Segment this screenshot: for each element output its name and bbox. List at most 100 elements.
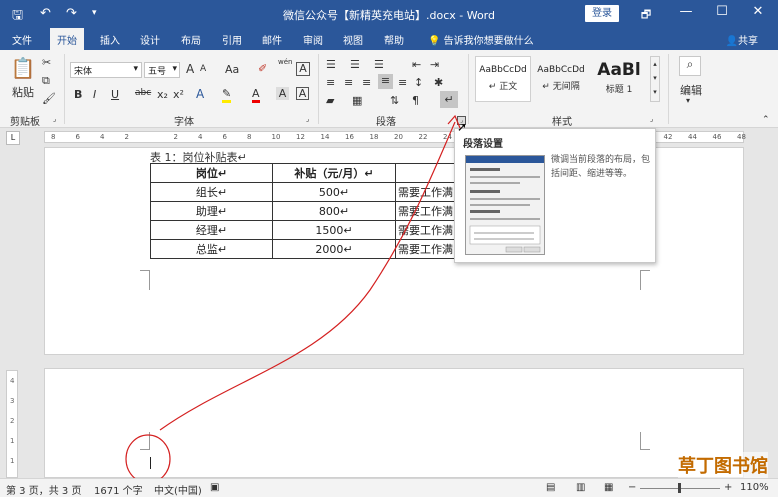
page-count[interactable]: 第 3 页，共 3 页 <box>6 482 81 497</box>
vertical-ruler[interactable]: 4 3 2 1 1 <box>6 370 18 478</box>
header-cell[interactable]: 补贴（元/月）↵ <box>272 163 396 183</box>
tab-review[interactable]: 审阅 <box>303 32 323 47</box>
increase-indent-icon[interactable]: ⇥ <box>430 58 439 71</box>
distributed-icon[interactable]: ≡ <box>398 76 407 89</box>
tab-insert[interactable]: 插入 <box>100 32 120 47</box>
print-layout-icon[interactable]: ▥ <box>576 482 585 493</box>
sort-icon[interactable]: ⇅ <box>390 94 399 107</box>
align-right-icon[interactable]: ≡ <box>362 76 371 89</box>
cut-icon[interactable]: ✂ <box>42 56 51 69</box>
tab-design[interactable]: 设计 <box>140 32 160 47</box>
styles-launcher-icon[interactable]: ⌟ <box>650 115 653 123</box>
justify-icon[interactable]: ≡ <box>378 74 393 89</box>
tab-file[interactable]: 文件 <box>12 32 32 47</box>
text-effects-icon[interactable]: A <box>196 87 204 101</box>
paste-icon[interactable]: 📋 <box>10 56 36 82</box>
styles-group-label: 样式 <box>552 117 572 128</box>
tab-layout[interactable]: 布局 <box>181 32 201 47</box>
maximize-icon[interactable]: ☐ <box>712 4 732 19</box>
enclose-char-icon[interactable]: A <box>296 62 310 76</box>
bullets-icon[interactable]: ☰ <box>326 58 336 71</box>
ribbon-display-icon[interactable]: 🗗 <box>636 6 656 25</box>
collapse-ribbon-icon[interactable]: ⌃ <box>762 115 770 125</box>
table-cell[interactable]: 助理↵ <box>150 201 273 221</box>
copy-icon[interactable]: ⧉ <box>42 74 50 88</box>
tab-references[interactable]: 引用 <box>222 32 242 47</box>
subscript-button[interactable]: x₂ <box>157 88 168 101</box>
table-cell[interactable]: 需要工作满 <box>395 182 456 202</box>
minimize-icon[interactable]: — <box>676 4 696 19</box>
tab-mailings[interactable]: 邮件 <box>262 32 282 47</box>
table-cell[interactable]: 组长↵ <box>150 182 273 202</box>
font-launcher-icon[interactable]: ⌟ <box>306 115 309 123</box>
table-cell[interactable]: 需要工作满 <box>395 201 456 221</box>
font-color-icon[interactable]: A <box>252 87 260 103</box>
zoom-slider-thumb[interactable] <box>678 483 681 493</box>
decrease-indent-icon[interactable]: ⇤ <box>412 58 421 71</box>
tab-home[interactable]: 开始 <box>50 28 84 50</box>
font-name-select[interactable]: 宋体 ▾ <box>70 62 142 78</box>
table-cell[interactable]: 800↵ <box>272 201 396 221</box>
header-cell[interactable] <box>395 163 456 183</box>
styles-scroll-icon[interactable]: ▴ ▾ ▾ <box>650 56 660 102</box>
login-button[interactable]: 登录 <box>585 5 619 22</box>
close-icon[interactable]: ✕ <box>748 4 768 19</box>
shading-icon[interactable]: ▰ <box>326 94 334 107</box>
table-cell[interactable]: 经理↵ <box>150 220 273 240</box>
font-size-select[interactable]: 五号 ▾ <box>144 62 180 78</box>
strikethrough-button[interactable]: abc <box>135 88 151 98</box>
macro-icon[interactable]: ▣ <box>210 482 219 493</box>
share-button[interactable]: 👤共享 <box>726 32 758 47</box>
superscript-button[interactable]: x² <box>173 88 184 101</box>
show-marks-icon[interactable]: ¶ <box>412 94 419 107</box>
grow-font-icon[interactable]: A <box>186 62 194 76</box>
tab-view[interactable]: 视图 <box>343 32 363 47</box>
tab-selector[interactable]: L <box>6 131 20 145</box>
header-cell[interactable]: 岗位↵ <box>150 163 273 183</box>
web-layout-icon[interactable]: ▦ <box>604 482 613 493</box>
table-cell[interactable]: 总监↵ <box>150 239 273 259</box>
italic-button[interactable]: I <box>93 88 96 101</box>
highlight-icon[interactable]: ✎ <box>222 87 232 103</box>
clipboard-launcher-icon[interactable]: ⌟ <box>53 115 56 123</box>
read-mode-icon[interactable]: ▤ <box>546 482 555 493</box>
table-cell[interactable]: 需要工作满 <box>395 220 456 240</box>
vruler-tick-label: 2 <box>10 417 15 425</box>
format-painter-icon[interactable]: 🖌 <box>42 92 56 105</box>
asian-typography-icon[interactable]: ↵ <box>440 91 458 108</box>
phonetic-guide-icon[interactable]: wén <box>278 58 292 66</box>
underline-button[interactable]: U <box>111 88 119 101</box>
tell-me-search[interactable]: 💡 告诉我你想要做什么 <box>428 32 534 47</box>
style-heading-1[interactable]: AaBl 标题 1 <box>591 56 647 102</box>
search-icon[interactable]: ⌕ <box>679 56 701 76</box>
change-case-icon[interactable]: Aa <box>225 63 239 76</box>
tab-help[interactable]: 帮助 <box>384 32 404 47</box>
align-left-icon[interactable]: ≡ <box>326 76 335 89</box>
chevron-down-icon[interactable]: ▾ <box>686 96 690 105</box>
character-border-icon[interactable]: A <box>296 87 309 100</box>
language[interactable]: 中文(中国) <box>154 482 202 497</box>
clear-formatting-icon[interactable]: ✐ <box>258 62 267 75</box>
bold-button[interactable]: B <box>74 88 82 101</box>
align-center-icon[interactable]: ≡ <box>344 76 353 89</box>
paste-label[interactable]: 粘贴 <box>10 84 36 100</box>
editing-label[interactable]: 编辑 <box>679 82 703 98</box>
style-no-spacing[interactable]: AaBbCcDd ↵ 无间隔 <box>533 56 589 102</box>
table-cell[interactable]: 500↵ <box>272 182 396 202</box>
shrink-font-icon[interactable]: A <box>200 64 206 74</box>
word-count[interactable]: 1671 个字 <box>94 482 143 497</box>
line-spacing-icon[interactable]: ↕ <box>414 76 423 89</box>
table-cell[interactable]: 2000↵ <box>272 239 396 259</box>
borders-icon[interactable]: ▦ <box>352 94 362 107</box>
ruler-tick-label: 6 <box>222 133 227 141</box>
zoom-out-button[interactable]: − <box>628 482 636 493</box>
character-shading-icon[interactable]: A <box>276 87 289 100</box>
zoom-level[interactable]: 110% <box>740 482 769 493</box>
multilevel-list-icon[interactable]: ☰ <box>374 58 384 71</box>
table-cell[interactable]: 1500↵ <box>272 220 396 240</box>
table-cell[interactable]: 需要工作满 <box>395 239 456 259</box>
zoom-in-button[interactable]: + <box>724 482 732 493</box>
chinese-layout-icon[interactable]: ✱ <box>434 76 443 89</box>
style-normal[interactable]: AaBbCcDd ↵ 正文 <box>475 56 531 102</box>
numbering-icon[interactable]: ☰ <box>350 58 360 71</box>
